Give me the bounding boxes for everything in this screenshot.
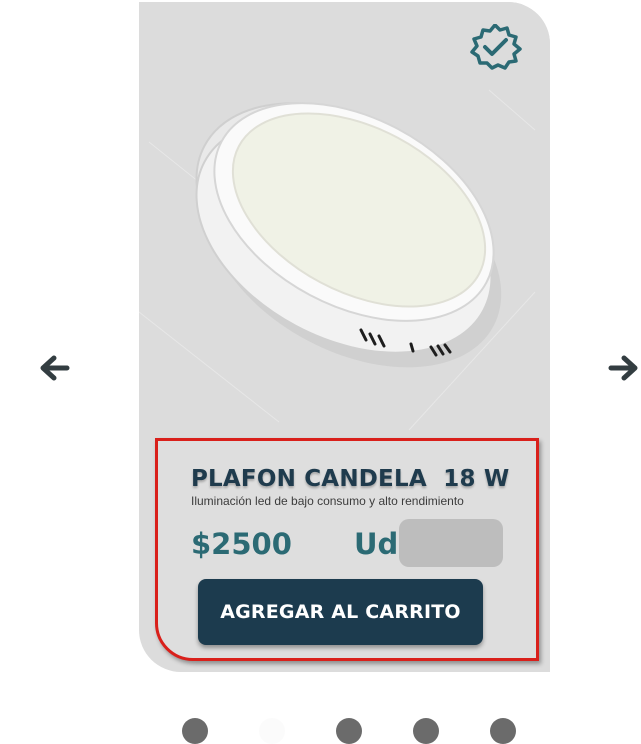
product-title: PLAFON CANDELA 18 W (191, 466, 510, 492)
carousel-dot[interactable] (182, 718, 208, 744)
carousel-dot[interactable] (490, 718, 516, 744)
carousel-dot[interactable] (259, 718, 285, 744)
product-price: $2500 (191, 527, 292, 561)
arrow-left-icon[interactable] (37, 351, 71, 385)
unit-label: Ud (354, 527, 399, 561)
verified-badge-icon (470, 24, 522, 70)
carousel-dot[interactable] (413, 718, 439, 744)
carousel-dot[interactable] (336, 718, 362, 744)
product-info-panel: PLAFON CANDELA 18 W Iluminación led de b… (155, 438, 539, 661)
add-to-cart-button[interactable]: AGREGAR AL CARRITO (198, 579, 483, 645)
quantity-input[interactable] (399, 519, 503, 567)
carousel-pagination (0, 718, 641, 744)
product-image-area (139, 2, 550, 432)
product-description: Iluminación led de bajo consumo y alto r… (191, 494, 464, 508)
product-image (139, 89, 536, 431)
arrow-right-icon[interactable] (607, 351, 641, 385)
